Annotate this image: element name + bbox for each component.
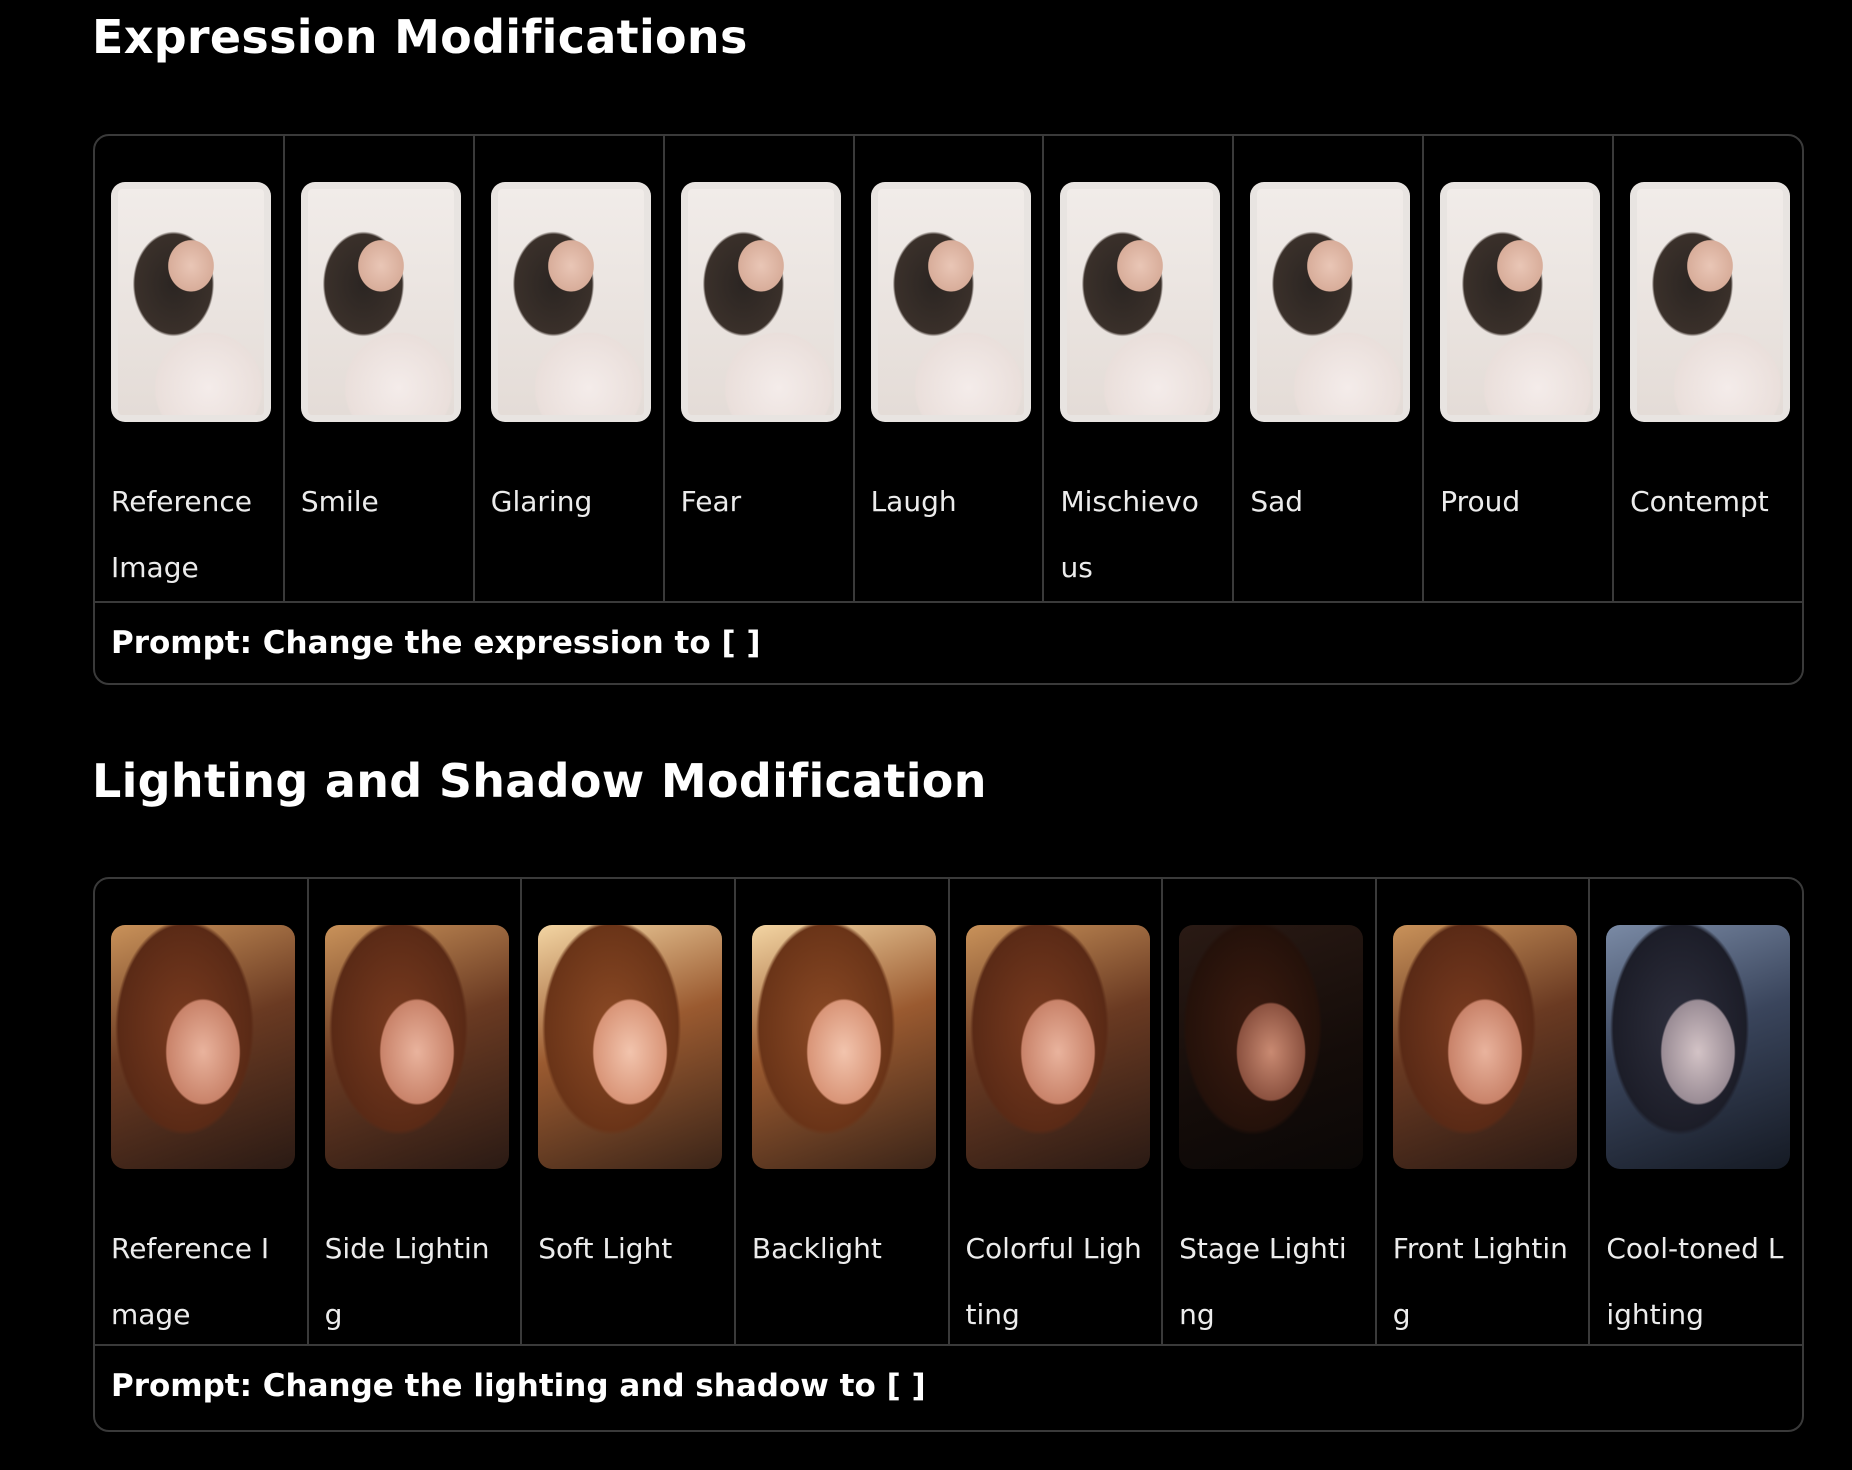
expression-cell-glaring: Glaring [475,136,665,601]
cell-label: Front Lighting [1392,1232,1568,1331]
reference-image-thumbnail[interactable] [111,925,295,1169]
front-lighting-image-thumbnail[interactable] [1392,925,1577,1169]
expression-cell-smile: Smile [285,136,475,601]
lighting-cell-cool-toned-lighting: Cool-toned Lighting [1590,879,1802,1344]
glaring-image-thumbnail[interactable] [490,182,651,422]
cell-label: Cool-toned Lighting [1606,1232,1784,1331]
lighting-prompt: Prompt: Change the lighting and shadow t… [111,1368,926,1404]
cell-label: Smile [300,485,379,518]
fear-image-thumbnail[interactable] [680,182,841,422]
lighting-table: Reference Image Side Lighting Soft Light… [93,877,1804,1432]
cell-label: Laugh [870,485,957,518]
stage-lighting-image-thumbnail[interactable] [1179,925,1364,1169]
expression-cell-laugh: Laugh [855,136,1045,601]
expression-cell-sad: Sad [1234,136,1425,601]
cell-label: Stage Lighting [1179,1232,1347,1331]
cell-label: Fear [680,485,742,518]
lighting-cell-colorful-lighting: Colorful Lighting [950,879,1164,1344]
lighting-cell-backlight: Backlight [736,879,950,1344]
lighting-cell-stage-lighting: Stage Lighting [1163,879,1377,1344]
backlight-image-thumbnail[interactable] [751,925,936,1169]
mischievous-image-thumbnail[interactable] [1060,182,1221,422]
expression-cell-mischievous: Mischievous [1044,136,1235,601]
cell-label: Colorful Lighting [965,1232,1142,1331]
laugh-image-thumbnail[interactable] [870,182,1031,422]
cell-label: Mischievous [1060,485,1199,584]
lighting-cell-side-lighting: Side Lighting [309,879,523,1344]
lighting-cells-row: Reference Image Side Lighting Soft Light… [95,879,1802,1346]
cell-label: Sad [1250,485,1304,518]
cell-label: Proud [1440,485,1521,518]
cell-label: Reference Image [111,485,252,584]
expression-cell-reference: Reference Image [95,136,285,601]
cell-label: Contempt [1630,485,1769,518]
reference-image-thumbnail[interactable] [111,182,271,422]
lighting-cell-front-lighting: Front Lighting [1377,879,1591,1344]
cell-label: Reference Image [111,1232,270,1331]
sad-image-thumbnail[interactable] [1250,182,1411,422]
cell-label: Glaring [490,485,593,518]
cell-label: Side Lighting [324,1232,490,1331]
smile-image-thumbnail[interactable] [300,182,461,422]
lighting-cell-soft-light: Soft Light [522,879,736,1344]
colorful-lighting-image-thumbnail[interactable] [965,925,1150,1169]
expression-section-title: Expression Modifications [92,10,748,64]
proud-image-thumbnail[interactable] [1440,182,1601,422]
side-lighting-image-thumbnail[interactable] [324,925,509,1169]
cell-label: Soft Light [538,1232,673,1265]
contempt-image-thumbnail[interactable] [1630,182,1791,422]
expression-cell-contempt: Contempt [1614,136,1802,601]
expression-cell-fear: Fear [665,136,855,601]
cell-label: Backlight [751,1232,882,1265]
expression-cell-proud: Proud [1424,136,1615,601]
expression-table: Reference Image Smile Glaring Fear Laugh… [93,134,1804,685]
lighting-section-title: Lighting and Shadow Modification [92,754,987,808]
expression-prompt: Prompt: Change the expression to [ ] [111,625,761,661]
cool-toned-lighting-image-thumbnail[interactable] [1606,925,1791,1169]
lighting-cell-reference: Reference Image [95,879,309,1344]
soft-light-image-thumbnail[interactable] [538,925,723,1169]
expression-cells-row: Reference Image Smile Glaring Fear Laugh… [95,136,1802,603]
